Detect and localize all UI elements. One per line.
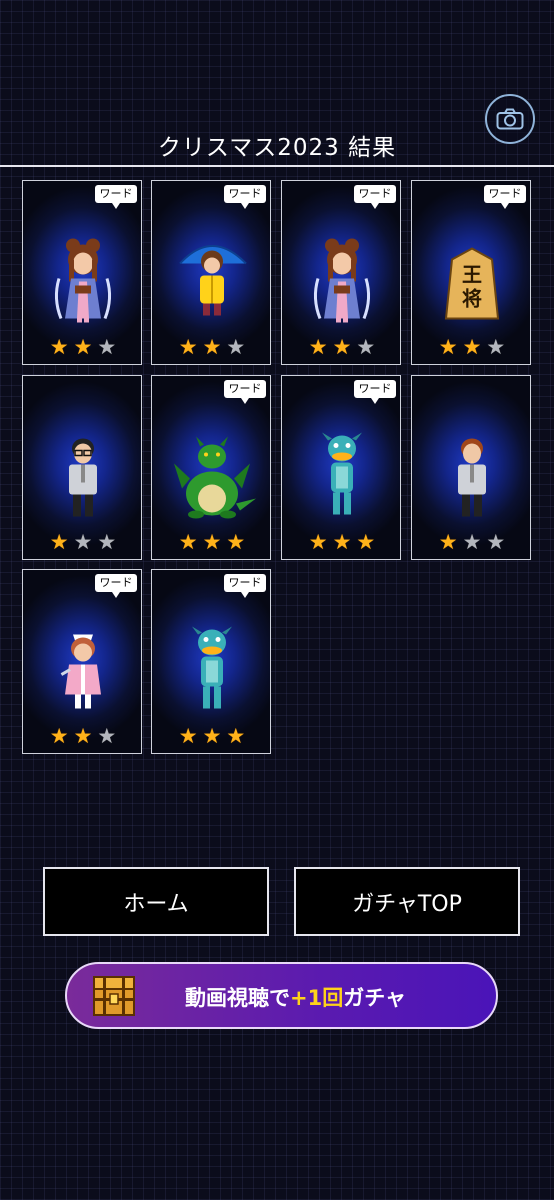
- star-filled-icon: ★: [332, 530, 352, 554]
- star-filled-icon: ★: [178, 530, 198, 554]
- word-badge: ワード: [224, 574, 266, 598]
- result-card[interactable]: ワード ★ ★ ★: [151, 180, 271, 365]
- star-empty-icon: ★: [462, 530, 482, 554]
- rarity-stars: ★ ★ ★: [282, 531, 402, 553]
- video-gacha-button[interactable]: 動画視聴で+1回ガチャ: [65, 962, 498, 1029]
- star-empty-icon: ★: [73, 530, 93, 554]
- star-empty-icon: ★: [97, 530, 117, 554]
- star-empty-icon: ★: [97, 724, 117, 748]
- man-brown-hair-sprite: [458, 438, 486, 517]
- shogi-piece-char: 将: [462, 287, 482, 311]
- shogi-king-piece-sprite: 王将: [444, 247, 500, 320]
- star-filled-icon: ★: [49, 530, 69, 554]
- star-empty-icon: ★: [486, 530, 506, 554]
- page-title: クリスマス2023 結果: [157, 135, 397, 161]
- rarity-stars: ★ ★ ★: [152, 725, 272, 747]
- star-filled-icon: ★: [438, 335, 458, 359]
- star-filled-icon: ★: [308, 530, 328, 554]
- star-empty-icon: ★: [356, 335, 376, 359]
- green-dragon-sprite: [174, 436, 256, 519]
- star-filled-icon: ★: [202, 335, 222, 359]
- gacha-top-button[interactable]: ガチャTOP: [294, 867, 520, 936]
- word-badge: ワード: [354, 380, 396, 404]
- rarity-stars: ★ ★ ★: [282, 336, 402, 358]
- star-filled-icon: ★: [308, 335, 328, 359]
- word-badge: ワード: [224, 185, 266, 209]
- word-badge: ワード: [354, 185, 396, 209]
- result-card[interactable]: ワード 王将 ★ ★ ★: [411, 180, 531, 365]
- star-filled-icon: ★: [356, 530, 376, 554]
- nurse-sprite: [60, 634, 101, 709]
- princess-sprite: [54, 238, 112, 323]
- word-badge: ワード: [484, 185, 526, 209]
- rarity-stars: ★ ★ ★: [23, 725, 143, 747]
- star-filled-icon: ★: [226, 724, 246, 748]
- result-card[interactable]: ★ ★ ★: [22, 375, 142, 560]
- star-filled-icon: ★: [202, 530, 222, 554]
- man-glasses-sprite: [69, 438, 97, 517]
- rarity-stars: ★ ★ ★: [23, 336, 143, 358]
- word-badge: ワード: [95, 574, 137, 598]
- word-badge: ワード: [224, 380, 266, 404]
- star-filled-icon: ★: [73, 724, 93, 748]
- star-filled-icon: ★: [332, 335, 352, 359]
- home-button-label: ホーム: [123, 891, 189, 917]
- princess-sprite: [313, 238, 371, 323]
- star-filled-icon: ★: [73, 335, 93, 359]
- star-filled-icon: ★: [202, 724, 222, 748]
- result-card[interactable]: ★ ★ ★: [411, 375, 531, 560]
- star-filled-icon: ★: [462, 335, 482, 359]
- star-filled-icon: ★: [49, 335, 69, 359]
- shogi-piece-char: 王: [462, 263, 482, 287]
- star-empty-icon: ★: [97, 335, 117, 359]
- result-card[interactable]: ワード ★ ★ ★: [22, 180, 142, 365]
- word-badge: ワード: [95, 185, 137, 209]
- star-filled-icon: ★: [49, 724, 69, 748]
- star-filled-icon: ★: [178, 724, 198, 748]
- gacha-top-button-label: ガチャTOP: [352, 891, 462, 917]
- result-card[interactable]: ワード ★ ★ ★: [151, 569, 271, 754]
- result-card[interactable]: ワード ★ ★ ★: [22, 569, 142, 754]
- rarity-stars: ★ ★ ★: [152, 336, 272, 358]
- rarity-stars: ★ ★ ★: [412, 336, 532, 358]
- result-card[interactable]: ワード ★ ★ ★: [281, 375, 401, 560]
- rarity-stars: ★ ★ ★: [152, 531, 272, 553]
- result-card[interactable]: ワード ★ ★ ★: [281, 180, 401, 365]
- star-empty-icon: ★: [226, 335, 246, 359]
- fish-man-sprite: [192, 626, 232, 709]
- star-filled-icon: ★: [178, 335, 198, 359]
- title-divider: [0, 165, 554, 167]
- rarity-stars: ★ ★ ★: [412, 531, 532, 553]
- result-card[interactable]: ワード ★ ★ ★: [151, 375, 271, 560]
- video-gacha-label: 動画視聴で+1回ガチャ: [185, 986, 407, 1010]
- fish-man-sprite: [322, 432, 362, 515]
- camera-icon: [496, 108, 524, 130]
- umbrella-child-sprite: [179, 245, 247, 316]
- star-filled-icon: ★: [438, 530, 458, 554]
- rarity-stars: ★ ★ ★: [23, 531, 143, 553]
- star-filled-icon: ★: [226, 530, 246, 554]
- star-empty-icon: ★: [486, 335, 506, 359]
- treasure-chest-icon: [93, 976, 135, 1016]
- home-button[interactable]: ホーム: [43, 867, 269, 936]
